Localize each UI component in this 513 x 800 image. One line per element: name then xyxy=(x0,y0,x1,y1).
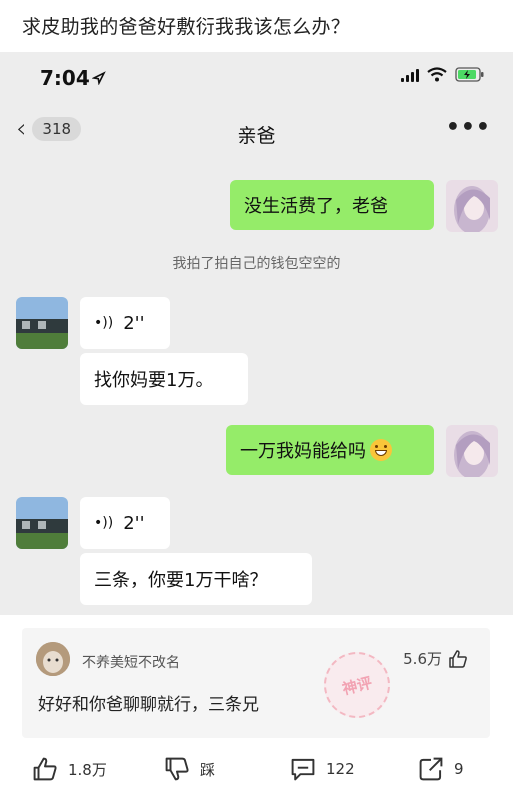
dislike-label: 踩 xyxy=(200,760,216,779)
share-count: 9 xyxy=(454,760,464,778)
voice-message-bubble[interactable]: •)) 2'' xyxy=(80,497,170,549)
thumbs-up-icon xyxy=(33,757,57,781)
featured-comment-stamp: 神评 xyxy=(316,644,398,726)
message-text: 没生活费了，老爸 xyxy=(244,196,388,217)
dad-message-bubble[interactable]: 三条，你要1万干啥？ xyxy=(80,553,312,605)
cellular-signal-icon xyxy=(401,68,419,82)
dad-message-bubble[interactable]: 找你妈要1万。 xyxy=(80,353,248,405)
comment-like-button[interactable]: 5.6万 xyxy=(403,648,468,669)
my-message-bubble[interactable]: 一万我妈能给吗 xyxy=(226,425,434,475)
post-title: 求皮助我的爸爸好敷衍我我该怎么办？ xyxy=(22,16,351,38)
dad-avatar[interactable] xyxy=(16,497,68,549)
post-action-bar: 1.8万 踩 122 9 xyxy=(0,756,513,796)
comment-like-count: 5.6万 xyxy=(403,650,442,668)
voice-message-bubble[interactable]: •)) 2'' xyxy=(80,297,170,349)
thumbs-down-icon xyxy=(165,757,189,781)
status-time: 7:04 xyxy=(40,66,90,90)
grinning-emoji-icon xyxy=(370,439,392,461)
comment-count: 122 xyxy=(326,760,355,778)
my-message-bubble[interactable]: 没生活费了，老爸 xyxy=(230,180,434,230)
dad-avatar[interactable] xyxy=(16,297,68,349)
chat-title: 亲爸 xyxy=(237,125,276,147)
comment-bubble-icon xyxy=(291,758,315,781)
message-text: 一万我妈能给吗 xyxy=(240,441,366,462)
commenter-avatar[interactable] xyxy=(36,642,70,676)
pat-system-message: 我拍了拍自己的钱包空空的 xyxy=(172,256,341,272)
voice-duration: 2'' xyxy=(123,512,145,534)
dislike-button[interactable]: 踩 xyxy=(164,756,215,782)
my-avatar[interactable] xyxy=(446,180,498,232)
message-text: 三条，你要1万干啥？ xyxy=(94,570,268,591)
chat-screenshot: 7:04 ‹ 318 亲爸 ••• 没生活费了，老爸 我拍了拍自己的钱包空空的 … xyxy=(0,52,513,615)
voice-wave-icon: •)) xyxy=(94,515,114,531)
commenter-name[interactable]: 不养美短不改名 xyxy=(82,652,180,672)
chat-navbar: ‹ 318 亲爸 ••• xyxy=(0,107,513,155)
voice-duration: 2'' xyxy=(123,312,145,334)
like-button[interactable]: 1.8万 xyxy=(32,756,107,782)
thumbs-up-icon xyxy=(449,649,467,668)
my-avatar[interactable] xyxy=(446,425,498,477)
share-button[interactable]: 9 xyxy=(418,756,464,782)
like-count: 1.8万 xyxy=(68,760,107,779)
location-arrow-icon xyxy=(92,71,106,85)
voice-wave-icon: •)) xyxy=(94,315,114,331)
more-options-icon[interactable]: ••• xyxy=(446,115,491,140)
wifi-icon xyxy=(427,67,447,82)
message-text: 找你妈要1万。 xyxy=(94,370,214,391)
battery-icon xyxy=(455,67,484,82)
share-icon xyxy=(419,757,443,781)
hot-comment: 不养美短不改名 神评 5.6万 好好和你爸聊聊就行，三条兄 xyxy=(22,628,490,738)
comment-text: 好好和你爸聊聊就行，三条兄 xyxy=(38,695,259,715)
status-bar: 7:04 xyxy=(0,52,513,104)
comment-button[interactable]: 122 xyxy=(290,756,355,782)
